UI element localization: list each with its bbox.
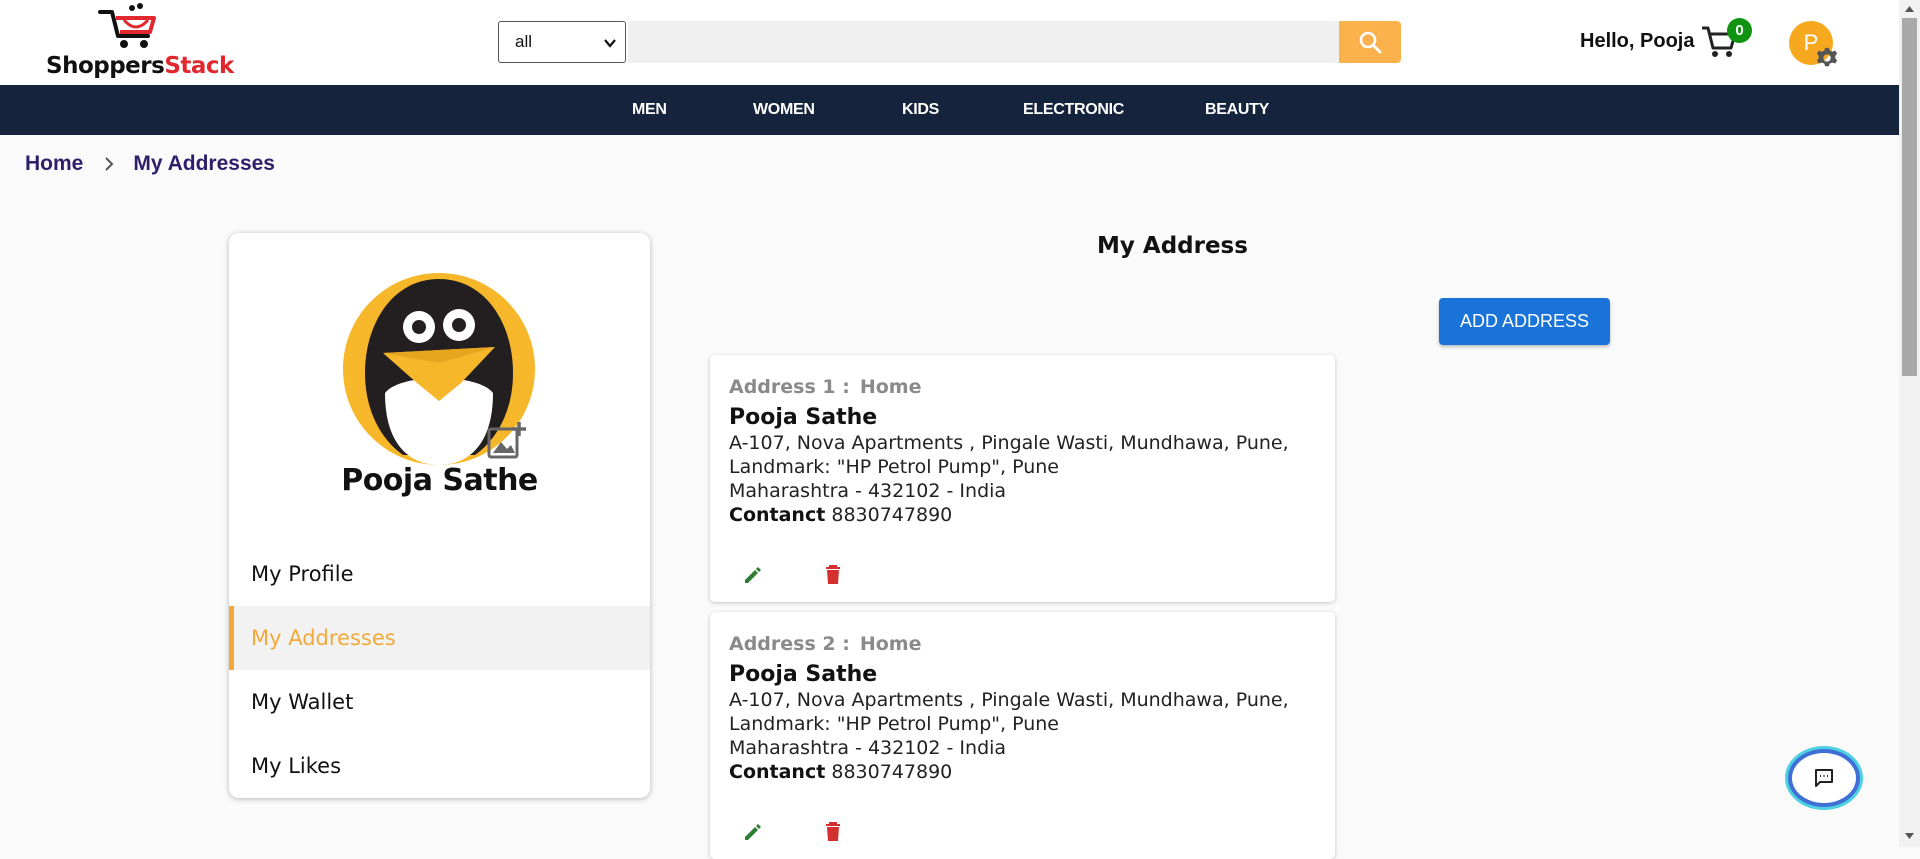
chevron-right-icon [103, 156, 115, 172]
gear-icon[interactable] [1816, 47, 1838, 69]
breadcrumb-home[interactable]: Home [25, 152, 83, 176]
address-card: Address 1 : Home Pooja Sathe A-107, Nova … [710, 355, 1335, 602]
logo-text-part1: Shoppers [46, 53, 165, 79]
sidebar-item-my-addresses[interactable]: My Addresses [229, 606, 650, 670]
delete-icon[interactable] [824, 564, 842, 585]
add-photo-icon[interactable] [486, 420, 528, 462]
sidebar-item-my-wallet[interactable]: My Wallet [229, 670, 650, 734]
address-name: Pooja Sathe [729, 405, 878, 430]
nav-item-electronic[interactable]: ELECTRONIC [1023, 85, 1124, 135]
address-line-1: A-107, Nova Apartments , Pingale Wasti, … [729, 689, 1289, 711]
contact-value: 8830747890 [831, 761, 953, 783]
scroll-down-icon[interactable] [1904, 831, 1915, 841]
user-greeting: Hello, Pooja [1580, 30, 1695, 52]
edit-icon[interactable] [743, 565, 763, 585]
category-select[interactable]: all [498, 21, 626, 63]
nav-item-women[interactable]: WOMEN [753, 85, 815, 135]
address-label: Address 2 : [729, 633, 850, 655]
chat-icon [1815, 769, 1833, 787]
logo[interactable]: ShoppersStack [44, 2, 234, 80]
sidebar-item-my-likes[interactable]: My Likes [229, 734, 650, 798]
address-type: Home [859, 633, 922, 655]
header: ShoppersStack all Hello, Pooja 0 P [0, 0, 1899, 85]
chat-button[interactable] [1788, 749, 1860, 807]
search-input[interactable] [628, 21, 1339, 63]
address-card: Address 2 : Home Pooja Sathe A-107, Nova … [710, 612, 1335, 859]
address-line-2: Landmark: "HP Petrol Pump", Pune [729, 456, 1059, 478]
page-scrollbar[interactable] [1899, 0, 1920, 847]
address-type: Home [859, 376, 922, 398]
address-line-3: Maharashtra - 432102 - India [729, 480, 1007, 502]
profile-name: Pooja Sathe [341, 463, 538, 498]
search-button[interactable] [1339, 21, 1401, 63]
address-header: Address 2 : Home [729, 633, 921, 655]
delete-icon[interactable] [824, 821, 842, 842]
category-select-value: all [515, 32, 533, 51]
search-icon [1359, 31, 1382, 54]
address-contact: Contanct 8830747890 [729, 504, 952, 526]
address-name: Pooja Sathe [729, 662, 878, 687]
section-title: My Address [1097, 233, 1248, 259]
chevron-down-icon [604, 39, 616, 48]
nav-item-men[interactable]: MEN [632, 85, 667, 135]
breadcrumb: Home My Addresses [25, 152, 275, 176]
sidebar-item-my-profile[interactable]: My Profile [229, 542, 650, 606]
cart-count-badge: 0 [1727, 18, 1752, 43]
category-nav: MEN WOMEN KIDS ELECTRONIC BEAUTY [0, 85, 1899, 135]
edit-icon[interactable] [743, 822, 763, 842]
scrollbar-thumb[interactable] [1902, 18, 1917, 376]
contact-value: 8830747890 [831, 504, 953, 526]
address-contact: Contanct 8830747890 [729, 761, 952, 783]
address-line-1: A-107, Nova Apartments , Pingale Wasti, … [729, 432, 1289, 454]
scroll-up-icon[interactable] [1904, 4, 1915, 14]
address-header: Address 1 : Home [729, 376, 921, 398]
address-line-2: Landmark: "HP Petrol Pump", Pune [729, 713, 1059, 735]
logo-text: ShoppersStack [46, 53, 234, 79]
add-address-button[interactable]: ADD ADDRESS [1439, 298, 1610, 345]
breadcrumb-current: My Addresses [133, 152, 275, 175]
address-label: Address 1 : [729, 376, 850, 398]
logo-text-part2: Stack [164, 53, 234, 79]
contact-label: Contanct [729, 761, 826, 783]
account-sidebar: Pooja Sathe My Profile My Addresses My W… [229, 233, 650, 798]
contact-label: Contanct [729, 504, 826, 526]
shopping-cart-logo-icon [98, 3, 156, 48]
nav-item-beauty[interactable]: BEAUTY [1205, 85, 1269, 135]
address-line-3: Maharashtra - 432102 - India [729, 737, 1007, 759]
nav-item-kids[interactable]: KIDS [902, 85, 939, 135]
